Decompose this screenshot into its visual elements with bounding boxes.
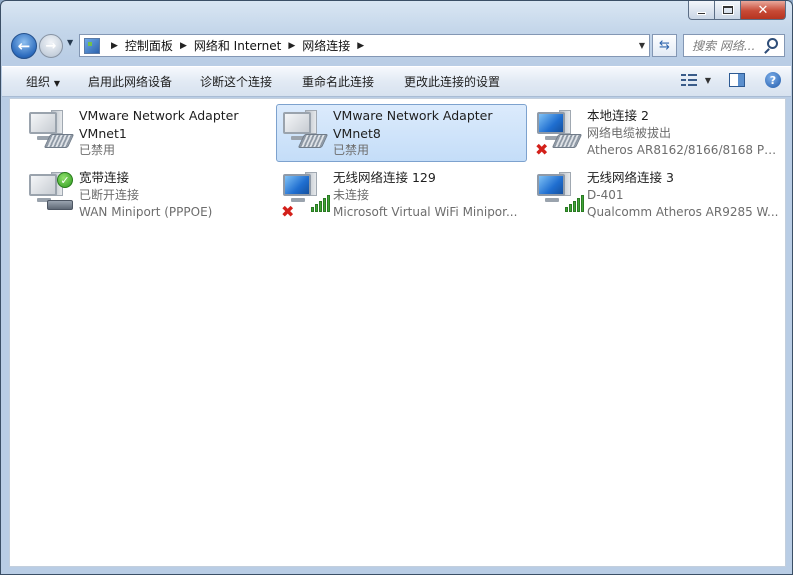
connection-name: VMware Network Adapter bbox=[333, 108, 493, 123]
signal-bars-icon bbox=[565, 192, 587, 212]
connection-name: 无线网络连接 3 bbox=[587, 170, 674, 185]
connection-device: WAN Miniport (PPPOE) bbox=[79, 205, 213, 219]
connection-status: 已禁用 bbox=[333, 143, 370, 157]
change-settings-button[interactable]: 更改此连接的设置 bbox=[404, 73, 500, 90]
connection-network: D-401 bbox=[587, 187, 624, 202]
enable-device-button[interactable]: 启用此网络设备 bbox=[88, 73, 172, 90]
signal-bars-icon bbox=[311, 192, 333, 212]
forward-button[interactable]: → bbox=[39, 34, 63, 58]
connection-device: Atheros AR8162/8166/8168 PC... bbox=[587, 143, 781, 157]
broadband-icon: ✓ bbox=[27, 172, 77, 222]
preview-pane-icon[interactable] bbox=[729, 73, 745, 87]
toolbar-right: ▼ ? bbox=[680, 72, 781, 88]
wired-disabled-icon bbox=[281, 110, 331, 160]
connection-item-wireless-3[interactable]: 无线网络连接 3 D-401 Qualcomm Atheros AR9285 W… bbox=[530, 166, 782, 224]
wireless-connected-icon bbox=[535, 172, 585, 222]
title-bar[interactable]: ✕ bbox=[1, 1, 792, 27]
close-icon: ✕ bbox=[757, 2, 769, 18]
connection-item-vmnet1[interactable]: VMware Network Adapter VMnet1 已禁用 bbox=[22, 104, 272, 162]
arrow-left-icon: ← bbox=[17, 37, 31, 55]
chevron-down-icon: ▼ bbox=[67, 38, 74, 47]
breadcrumb-control-panel[interactable]: 控制面板 bbox=[125, 37, 173, 54]
arrow-right-icon: → bbox=[45, 38, 57, 54]
maximize-icon bbox=[722, 6, 733, 14]
maximize-button[interactable] bbox=[715, 1, 741, 20]
connection-name: VMware Network Adapter bbox=[79, 108, 239, 123]
connection-name: 无线网络连接 129 bbox=[333, 170, 436, 185]
connection-status: 已断开连接 bbox=[79, 187, 140, 202]
connection-name: 宽带连接 bbox=[79, 170, 130, 185]
breadcrumb-separator-icon[interactable]: ▶ bbox=[357, 41, 364, 51]
control-panel-icon bbox=[84, 37, 100, 54]
connections-list: VMware Network Adapter VMnet1 已禁用 VMware… bbox=[9, 98, 786, 567]
connection-text: 宽带连接 已断开连接 WAN Miniport (PPPOE) bbox=[79, 169, 271, 222]
error-x-icon: ✖ bbox=[535, 140, 549, 159]
help-icon[interactable]: ? bbox=[765, 72, 781, 88]
back-button[interactable]: ← bbox=[11, 33, 37, 59]
connection-status: 已禁用 bbox=[79, 143, 116, 157]
refresh-button[interactable]: ⇆ bbox=[652, 34, 677, 57]
connection-item-local-2[interactable]: ✖ 本地连接 2 网络电缆被拔出 Atheros AR8162/8166/816… bbox=[530, 104, 782, 162]
address-bar[interactable]: ▶ 控制面板 ▶ 网络和 Internet ▶ 网络连接 ▶ ▼ bbox=[79, 34, 650, 57]
search-icon[interactable] bbox=[767, 38, 778, 49]
rename-button[interactable]: 重命名此连接 bbox=[302, 73, 374, 90]
connection-text: VMware Network Adapter VMnet1 已禁用 bbox=[79, 107, 271, 160]
organize-label: 组织 bbox=[26, 75, 51, 89]
connection-item-broadband[interactable]: ✓ 宽带连接 已断开连接 WAN Miniport (PPPOE) bbox=[22, 166, 272, 224]
connection-text: 无线网络连接 3 D-401 Qualcomm Atheros AR9285 W… bbox=[587, 169, 781, 222]
connection-name: 本地连接 2 bbox=[587, 108, 649, 123]
diagnose-button[interactable]: 诊断这个连接 bbox=[200, 73, 272, 90]
breadcrumb-separator-icon[interactable]: ▶ bbox=[111, 41, 118, 51]
connection-text: 本地连接 2 网络电缆被拔出 Atheros AR8162/8166/8168 … bbox=[587, 107, 781, 160]
close-button[interactable]: ✕ bbox=[741, 1, 786, 20]
window-controls: ✕ bbox=[688, 1, 786, 20]
minimize-icon bbox=[697, 11, 706, 15]
search-placeholder: 搜索 网络... bbox=[692, 39, 756, 53]
connection-item-vmnet8[interactable]: VMware Network Adapter VMnet8 已禁用 bbox=[276, 104, 527, 162]
wired-disabled-icon bbox=[27, 110, 77, 160]
checkmark-icon: ✓ bbox=[57, 172, 73, 188]
wireless-disconnected-icon: ✖ bbox=[281, 172, 331, 222]
breadcrumb-network-connections[interactable]: 网络连接 bbox=[302, 37, 350, 54]
address-dropdown-icon[interactable]: ▼ bbox=[639, 41, 645, 50]
breadcrumb-separator-icon[interactable]: ▶ bbox=[180, 41, 187, 51]
breadcrumb-separator-icon[interactable]: ▶ bbox=[288, 41, 295, 51]
connection-item-wireless-129[interactable]: ✖ 无线网络连接 129 未连接 Microsoft Virtual WiFi … bbox=[276, 166, 526, 224]
connection-text: 无线网络连接 129 未连接 Microsoft Virtual WiFi Mi… bbox=[333, 169, 525, 222]
breadcrumb-network-internet[interactable]: 网络和 Internet bbox=[194, 37, 281, 54]
connection-status: 未连接 bbox=[333, 187, 370, 202]
organize-button[interactable]: 组织 ▼ bbox=[26, 73, 60, 90]
connection-text: VMware Network Adapter VMnet8 已禁用 bbox=[333, 107, 525, 160]
minimize-button[interactable] bbox=[688, 1, 715, 20]
chevron-down-icon: ▼ bbox=[53, 79, 60, 88]
navigation-bar: ← → ▼ ▶ 控制面板 ▶ 网络和 Internet ▶ 网络连接 ▶ ▼ ⇆… bbox=[1, 29, 792, 65]
network-connections-window: ✕ ← → ▼ ▶ 控制面板 ▶ 网络和 Internet ▶ 网络连接 ▶ ▼… bbox=[0, 0, 793, 575]
connection-device: VMnet8 bbox=[333, 125, 381, 141]
command-toolbar: 组织 ▼ 启用此网络设备 诊断这个连接 重命名此连接 更改此连接的设置 ▼ ? bbox=[2, 66, 791, 97]
error-x-icon: ✖ bbox=[281, 202, 295, 221]
connection-status: 网络电缆被拔出 bbox=[587, 125, 672, 140]
connection-device: VMnet1 bbox=[79, 125, 127, 141]
view-options-icon[interactable] bbox=[680, 73, 697, 87]
search-input[interactable]: 搜索 网络... bbox=[683, 34, 785, 57]
recent-pages-dropdown[interactable]: ▼ bbox=[67, 38, 73, 47]
connection-device: Microsoft Virtual WiFi Minipor... bbox=[333, 205, 518, 219]
wired-unplugged-icon: ✖ bbox=[535, 110, 585, 160]
connection-device: Qualcomm Atheros AR9285 W... bbox=[587, 205, 779, 219]
refresh-icon: ⇆ bbox=[659, 38, 670, 53]
view-dropdown-icon[interactable]: ▼ bbox=[705, 76, 711, 85]
